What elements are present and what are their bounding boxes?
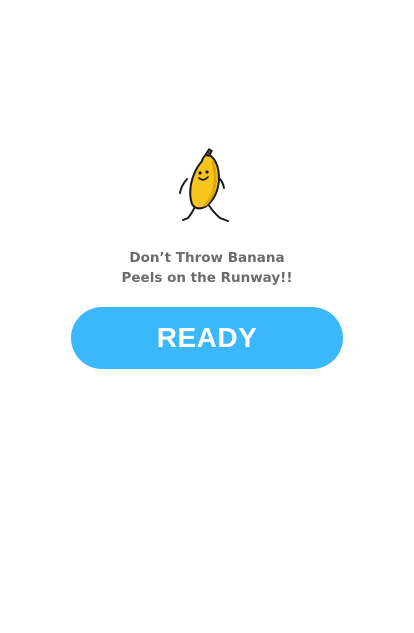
- message-line-1: Don’t Throw Banana: [129, 250, 285, 266]
- ready-button[interactable]: READY: [71, 307, 343, 369]
- dancing-banana-icon: [172, 146, 238, 226]
- message-line-2: Peels on the Runway!!: [121, 270, 293, 286]
- warning-message: Don’t Throw Banana Peels on the Runway!!: [0, 248, 414, 288]
